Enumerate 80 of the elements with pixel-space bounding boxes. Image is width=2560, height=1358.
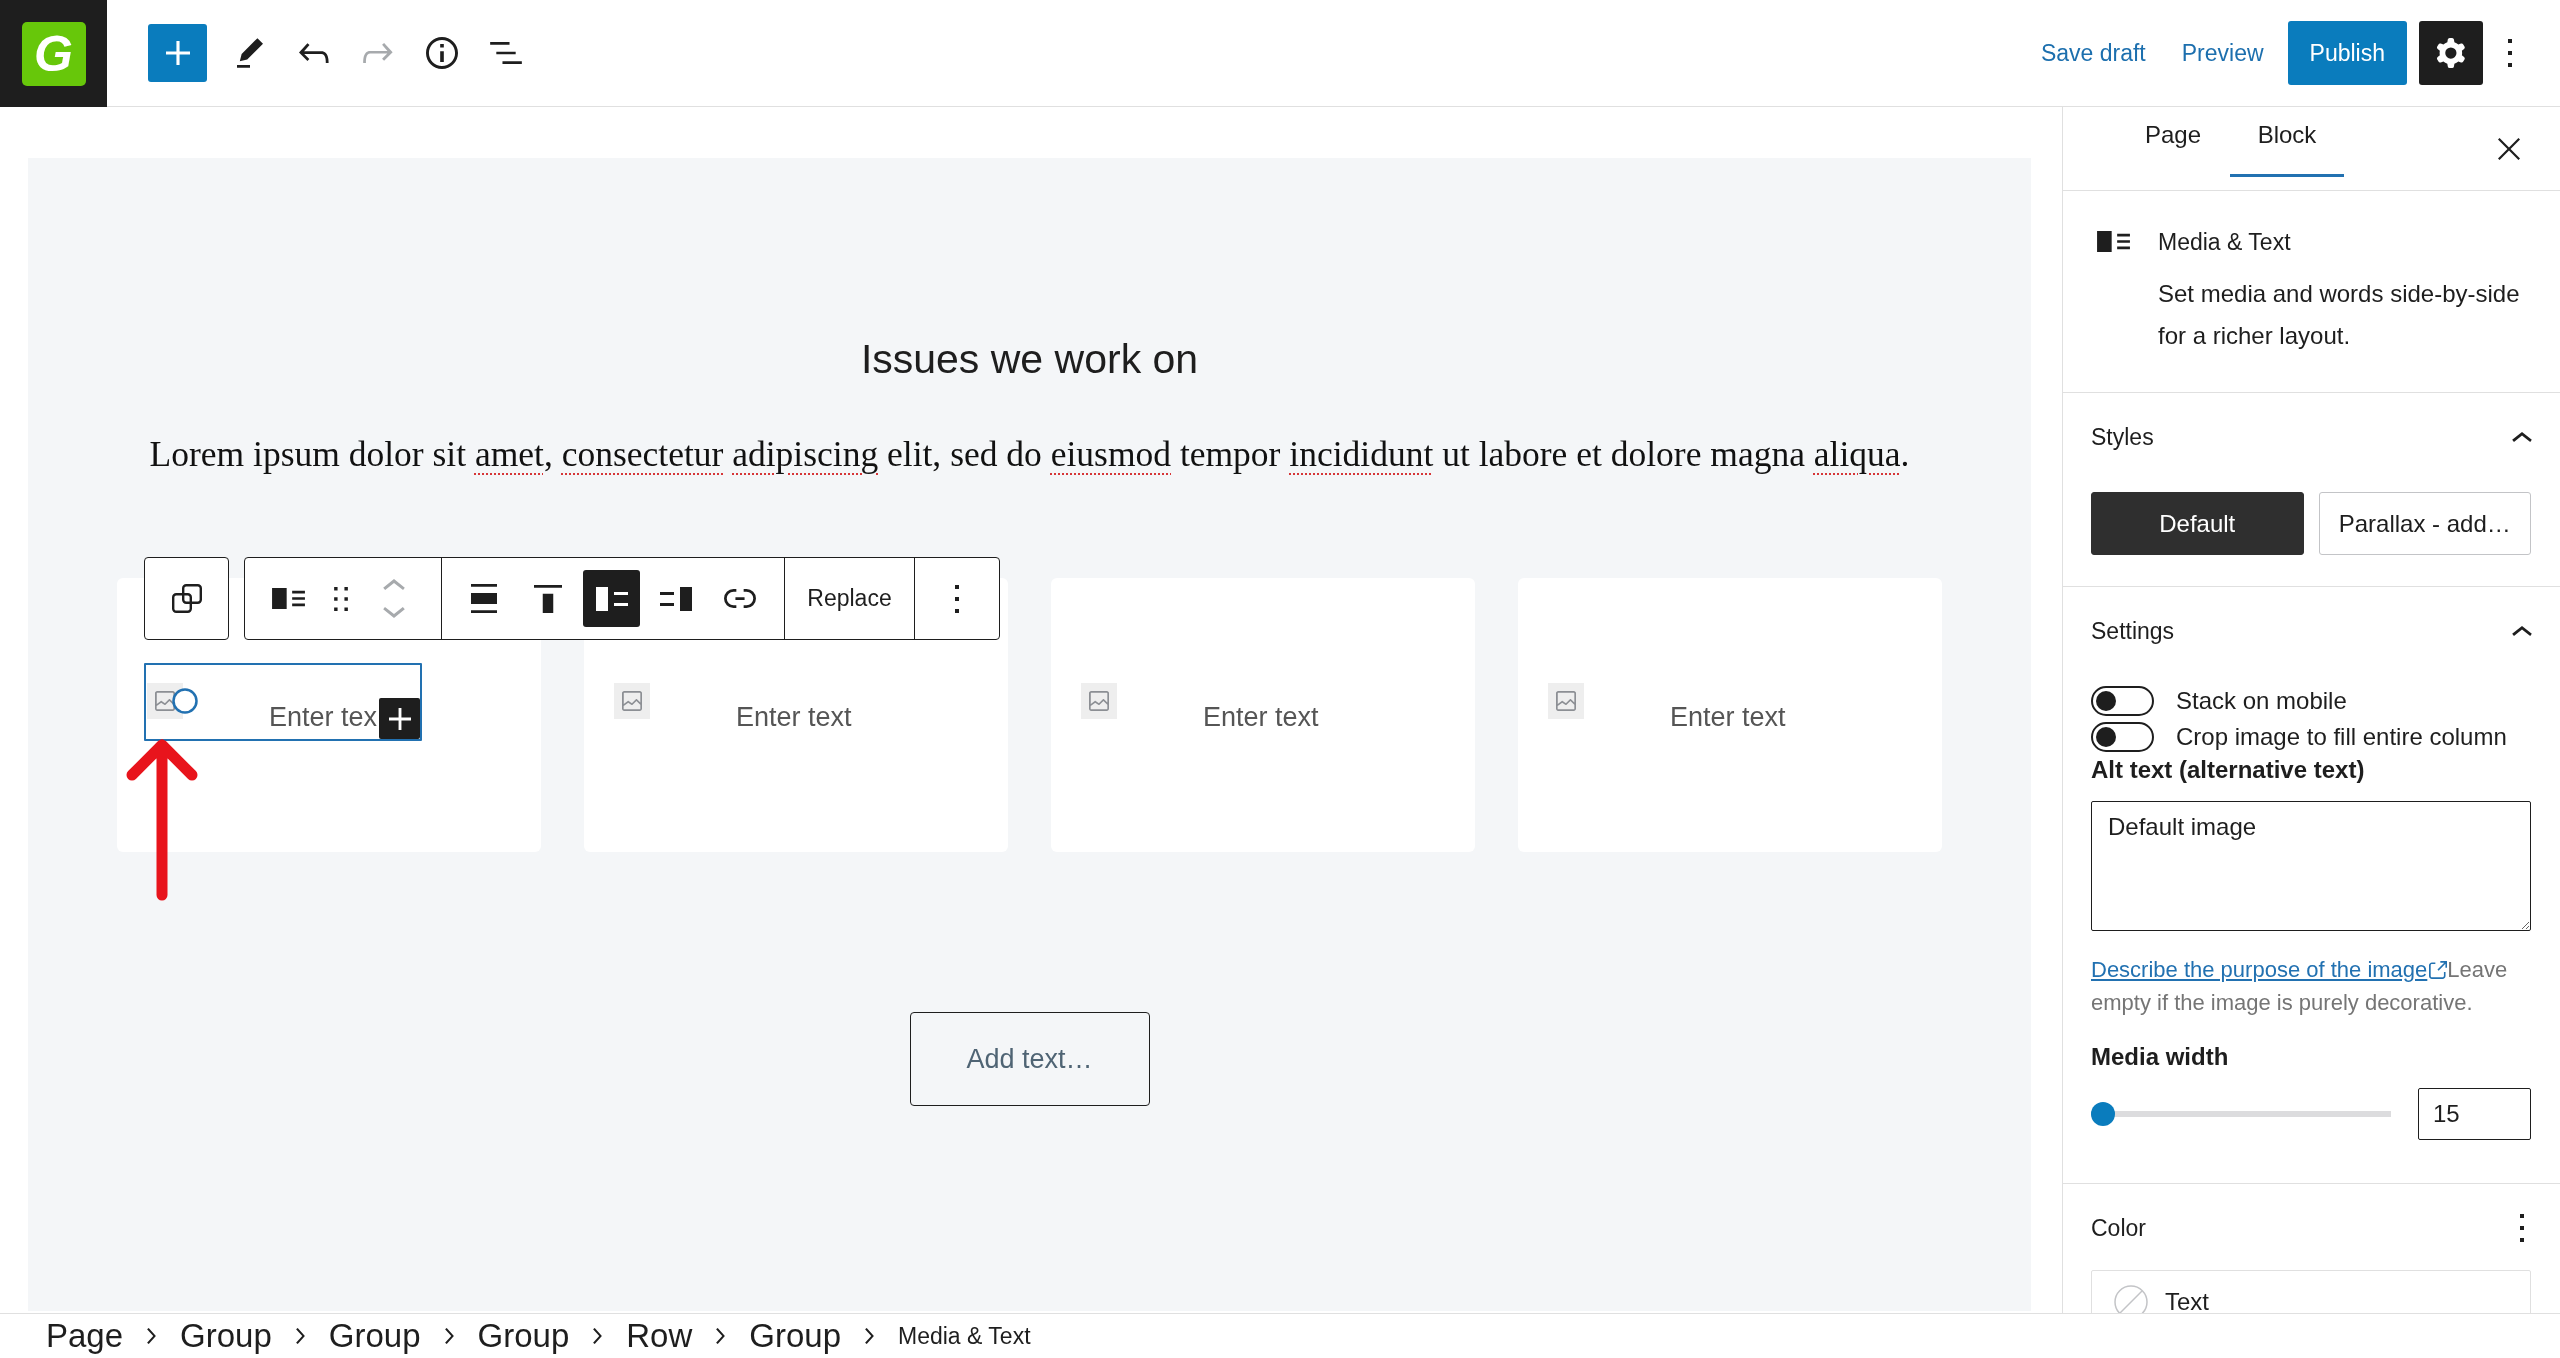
chevron-right-icon [716, 1328, 726, 1344]
sidebar-tab[interactable]: Block [2230, 107, 2344, 177]
more-vertical-icon [2508, 39, 2512, 67]
style-option-button[interactable]: Default [2091, 492, 2304, 555]
undo-icon [299, 43, 329, 63]
breadcrumb-item[interactable]: Page [46, 1314, 124, 1358]
settings-icon [2436, 38, 2466, 68]
publish-button[interactable]: Publish [2287, 21, 2407, 85]
style-option-button[interactable]: Parallax - add… [2318, 492, 2531, 555]
selected-block-outline[interactable]: Enter tex [144, 663, 422, 741]
preview-button[interactable]: Preview [2169, 21, 2276, 85]
block-description: Set media and words side-by-side for a richer layout. [2158, 279, 2521, 351]
list-view-icon [490, 42, 522, 64]
alt-text-field[interactable]: Default image [2091, 801, 2531, 931]
image-placeholder-icon [614, 683, 650, 719]
number-field[interactable]: 15 [2418, 1088, 2531, 1140]
sidebar-tab[interactable]: Page [2116, 107, 2230, 177]
save-draft-button[interactable]: Save draft [2028, 21, 2158, 85]
up-arrow-icon [124, 737, 200, 903]
info-icon [426, 37, 458, 69]
image-placeholder-icon [1081, 683, 1117, 719]
add-block-button[interactable] [148, 24, 207, 82]
plus-icon [388, 707, 411, 730]
field-label: Alt text (alternative text) [2091, 756, 2366, 784]
replace-button[interactable]: Replace [785, 570, 914, 627]
field-label: Media width [2091, 1043, 2230, 1071]
add-text-button[interactable]: Add text… [909, 1012, 1150, 1106]
block-title: Media & Text [2158, 228, 2292, 257]
media-left-button[interactable] [583, 570, 640, 627]
toggle-label: Crop image to fill entire column [2176, 722, 2507, 752]
breadcrumb-item[interactable]: Row [626, 1314, 693, 1358]
breadcrumb-item[interactable]: Group [180, 1314, 272, 1358]
media-text-icon [2097, 231, 2130, 252]
chevron-down-icon [383, 607, 405, 618]
centered-block-icon [470, 584, 497, 613]
plus-icon [165, 41, 190, 65]
body-paragraph: Lorem ipsum dolor sit amet, consectetur adipiscing elit, sed do eiusmod tempor incididunt ut labore et dolore magna aliqua. [149, 434, 1910, 474]
settings-button[interactable] [2419, 21, 2483, 85]
help-text: Describe the purpose of the image Leave empty if the image is purely decorative. [2091, 953, 2531, 1019]
redo-icon [363, 43, 393, 63]
text-placeholder[interactable]: Enter text [736, 701, 852, 733]
external-link-icon [2429, 960, 2448, 979]
chevron-right-icon [444, 1328, 454, 1344]
chevron-right-icon [295, 1328, 305, 1344]
chevron-right-icon [147, 1328, 157, 1344]
text-placeholder[interactable]: Enter text [1670, 701, 1786, 733]
page-heading: Issues we work on [860, 335, 1199, 383]
breadcrumb-current: Media & Text [898, 1322, 1031, 1351]
text-placeholder[interactable]: Enter tex [269, 701, 378, 733]
toggle-label: Stack on mobile [2176, 686, 2347, 716]
section-title: Settings [2091, 617, 2175, 646]
image-placeholder-icon [1548, 683, 1584, 719]
breadcrumb-item[interactable]: Group [477, 1314, 570, 1358]
text-placeholder[interactable]: Enter text [1203, 701, 1319, 733]
media-text-icon [272, 588, 305, 609]
chevron-up-icon [383, 579, 405, 590]
help-link[interactable]: Describe the purpose of the image [2091, 953, 2448, 986]
toggle-switch[interactable] [2091, 686, 2154, 716]
chevron-right-icon [865, 1328, 874, 1344]
more-vertical-icon [2520, 1214, 2524, 1242]
section-title: Color [2091, 1214, 2146, 1243]
pencil-icon [237, 38, 263, 68]
resize-handle[interactable] [172, 688, 198, 714]
breadcrumb-item[interactable]: Group [328, 1314, 421, 1358]
media-right-icon [659, 586, 692, 611]
drag-dots-icon [334, 586, 348, 611]
top-align-icon [533, 584, 562, 613]
breadcrumb-item[interactable]: Group [749, 1314, 841, 1358]
color-item[interactable]: Text [2092, 1271, 2530, 1313]
link-icon [723, 589, 756, 608]
overlapping-squares-icon [171, 584, 202, 613]
more-vertical-icon [955, 584, 959, 613]
add-block-appender[interactable] [379, 698, 420, 739]
chevron-right-icon [593, 1328, 603, 1344]
slider-thumb[interactable] [2091, 1102, 2115, 1126]
media-left-icon [595, 586, 628, 611]
close-icon [2498, 137, 2520, 160]
section-title: Styles [2091, 423, 2154, 452]
select-parent-button[interactable] [144, 557, 229, 640]
toggle-switch[interactable] [2091, 722, 2154, 752]
